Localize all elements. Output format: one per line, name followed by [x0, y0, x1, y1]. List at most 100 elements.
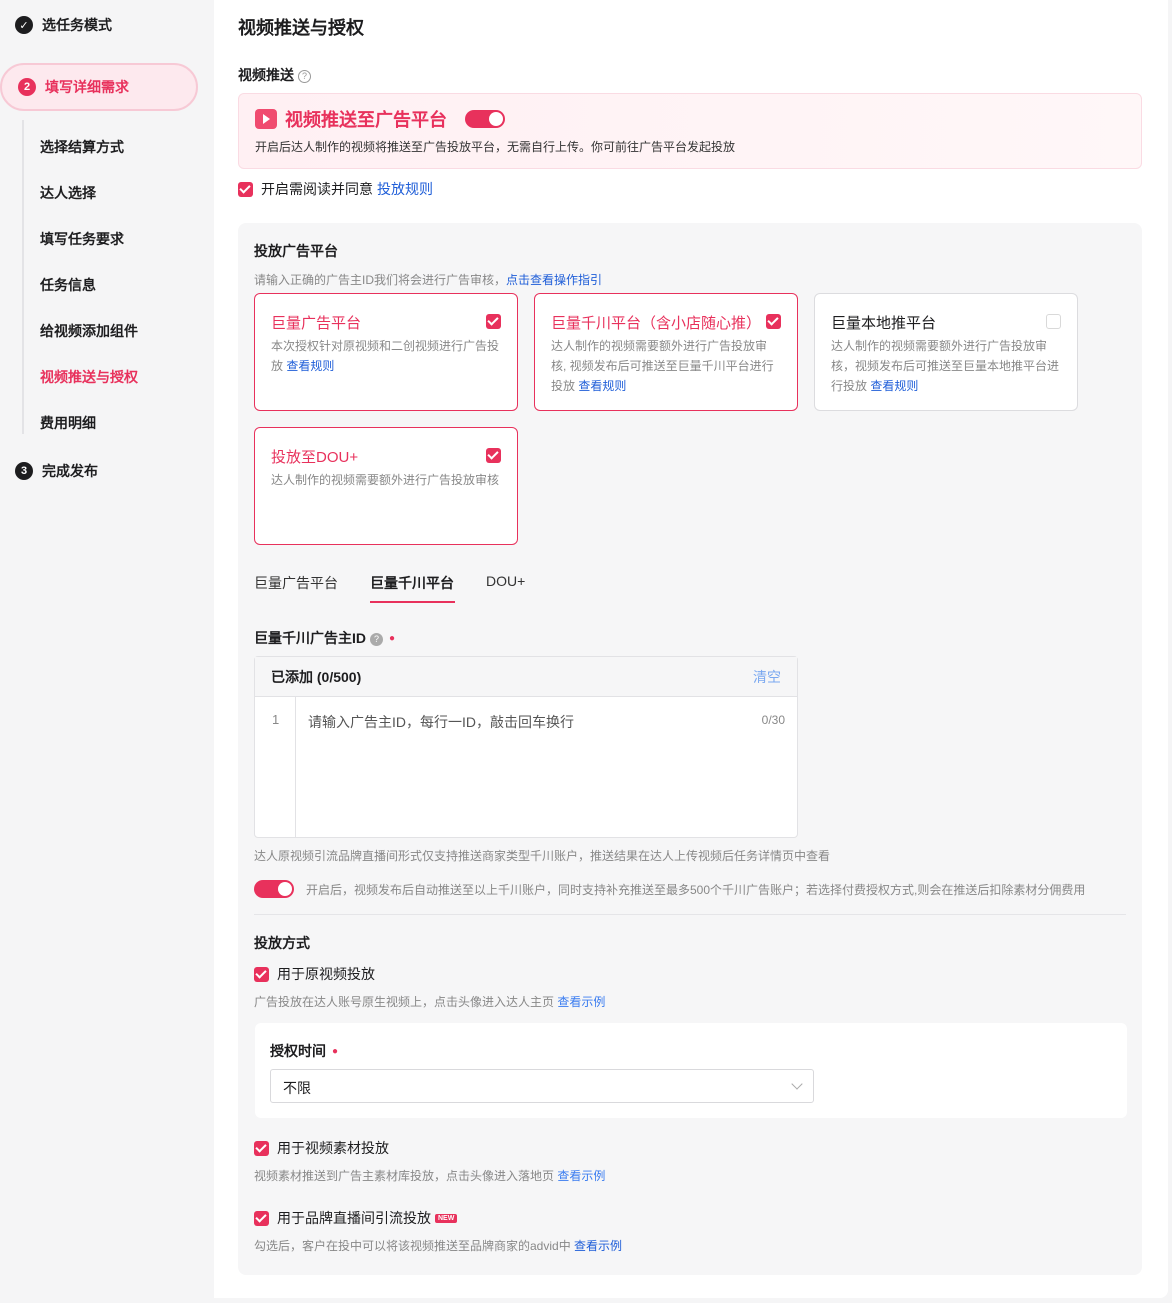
card-title: 巨量广告平台: [271, 315, 362, 332]
view-example-link[interactable]: 查看示例: [557, 995, 605, 1009]
step-select-mode[interactable]: ✓ 选任务模式: [15, 15, 112, 35]
active-tab-indicator: [370, 601, 455, 603]
required-dot: ●: [332, 1046, 339, 1057]
desc-text: 广告投放在达人账号原生视频上，点击头像进入达人主页: [254, 995, 555, 1009]
step-number: 2: [18, 78, 36, 96]
card-qianchuan[interactable]: 巨量千川平台（含小店随心推） 达人制作的视频需要额外进行广告投放审核, 视频发布…: [534, 293, 798, 411]
live-checkbox[interactable]: [254, 1210, 269, 1226]
page-title: 视频推送与授权: [238, 18, 364, 38]
guide-link[interactable]: 点击查看操作指引: [506, 273, 602, 287]
method-title: 投放方式: [254, 935, 310, 951]
view-example-link[interactable]: 查看示例: [574, 1239, 622, 1253]
view-example-link[interactable]: 查看示例: [557, 1169, 605, 1183]
card-checkbox[interactable]: [486, 448, 501, 463]
method-live-row: 用于品牌直播间引流投放 NEW: [254, 1208, 458, 1228]
video-push-icon: [255, 109, 277, 129]
card-checkbox[interactable]: [1046, 314, 1061, 329]
ad-platform-hint: 请输入正确的广告主ID我们将会进行广告审核，点击查看操作指引: [254, 271, 602, 288]
push-banner: 视频推送至广告平台 开启后达人制作的视频将推送至广告投放平台，无需自行上传。你可…: [238, 93, 1142, 169]
card-dou-plus[interactable]: 投放至DOU+ 达人制作的视频需要额外进行广告投放审核: [254, 427, 518, 545]
material-checkbox[interactable]: [254, 1140, 269, 1156]
card-juliang-ads[interactable]: 巨量广告平台 本次授权针对原视频和二创视频进行广告投放 查看规则: [254, 293, 518, 411]
original-video-checkbox[interactable]: [254, 966, 269, 982]
substep-video-push[interactable]: 视频推送与授权: [40, 367, 138, 387]
divider: [254, 914, 1126, 915]
card-local-push[interactable]: 巨量本地推平台 达人制作的视频需要额外进行广告投放审核，视频发布后可推送至巨量本…: [814, 293, 1078, 411]
desc-text: 勾选后，客户在投中可以将该视频推送至品牌商家的advid中: [254, 1239, 571, 1253]
method-material-row: 用于视频素材投放: [254, 1138, 389, 1158]
tab-dou-plus[interactable]: DOU+: [486, 573, 525, 589]
required-dot: ●: [389, 633, 396, 644]
step-number: 3: [15, 462, 33, 480]
advertiser-label-text: 巨量千川广告主ID: [254, 630, 366, 646]
live-label: 用于品牌直播间引流投放: [277, 1210, 431, 1226]
advertiser-id-input[interactable]: 请输入广告主ID，每行一ID，敲击回车换行: [308, 712, 574, 732]
banner-title: 视频推送至广告平台: [285, 110, 447, 130]
card-desc-text: 达人制作的视频需要额外进行广告投放审核，视频发布后可推送至巨量本地推平台进行投放: [831, 339, 1060, 393]
push-toggle[interactable]: [465, 110, 505, 128]
original-video-label: 用于原视频投放: [277, 966, 375, 982]
card-desc: 达人制作的视频需要额外进行广告投放审核: [271, 473, 500, 487]
id-box-header: 已添加 (0/500) 清空: [255, 657, 797, 697]
agree-text: 开启需阅读并同意: [261, 181, 373, 197]
hint-text: 请输入正确的广告主ID我们将会进行广告审核，: [254, 273, 507, 287]
step-publish[interactable]: 3 完成发布: [15, 461, 98, 481]
sidebar: ✓ 选任务模式 2 填写详细需求 选择结算方式 达人选择 填写任务要求 任务信息…: [0, 0, 214, 1303]
card-title: 投放至DOU+: [271, 449, 359, 466]
card-desc: 达人制作的视频需要额外进行广告投放审核，视频发布后可推送至巨量本地推平台进行投放…: [831, 336, 1061, 396]
material-desc: 视频素材推送到广告主素材库投放，点击头像进入落地页 查看示例: [254, 1167, 605, 1184]
main-content: 视频推送与授权 视频推送? 视频推送至广告平台 开启后达人制作的视频将推送至广告…: [214, 0, 1168, 1298]
ad-platform-title: 投放广告平台: [254, 243, 338, 259]
push-label-text: 视频推送: [238, 67, 294, 83]
agree-row: 开启需阅读并同意 投放规则: [238, 179, 433, 199]
view-rules-link[interactable]: 查看规则: [286, 359, 334, 373]
method-original-row: 用于原视频投放: [254, 964, 375, 984]
rules-link[interactable]: 投放规则: [377, 179, 433, 199]
line-number: 1: [255, 697, 296, 837]
substep-settlement[interactable]: 选择结算方式: [40, 137, 124, 157]
char-count: 0/30: [761, 713, 785, 727]
agree-checkbox[interactable]: [238, 181, 253, 197]
clear-button[interactable]: 清空: [753, 667, 781, 687]
view-rules-link[interactable]: 查看规则: [578, 379, 626, 393]
auto-push-note: 开启后，视频发布后自动推送至以上千川账户，同时支持补充推送至最多500个千川广告…: [306, 883, 1086, 897]
substep-task-info[interactable]: 任务信息: [40, 275, 96, 295]
tab-juliang-ads[interactable]: 巨量广告平台: [254, 573, 338, 593]
ad-platform-panel: 投放广告平台 请输入正确的广告主ID我们将会进行广告审核，点击查看操作指引 巨量…: [238, 223, 1142, 1275]
desc-text: 视频素材推送到广告主素材库投放，点击头像进入落地页: [254, 1169, 555, 1183]
substep-task-requirements[interactable]: 填写任务要求: [40, 229, 124, 249]
card-checkbox[interactable]: [486, 314, 501, 329]
auth-time-value: 不限: [283, 1080, 311, 1096]
advertiser-id-label: 巨量千川广告主ID? ●: [254, 628, 395, 648]
auth-time-label: 授权时间 ●: [270, 1041, 338, 1061]
card-title: 巨量本地推平台: [831, 315, 937, 332]
step-fill-details[interactable]: 2 填写详细需求: [0, 63, 198, 111]
new-badge: NEW: [435, 1213, 458, 1223]
material-label: 用于视频素材投放: [277, 1140, 389, 1156]
card-checkbox[interactable]: [766, 314, 781, 329]
chevron-down-icon: [791, 1078, 803, 1090]
banner-title-row: 视频推送至广告平台: [255, 106, 505, 132]
card-title: 巨量千川平台（含小店随心推）: [551, 315, 762, 332]
step-label: 完成发布: [42, 463, 98, 479]
auth-label-text: 授权时间: [270, 1043, 326, 1059]
step-label: 选任务模式: [42, 17, 112, 33]
substep-cost-details[interactable]: 费用明细: [40, 413, 96, 433]
help-icon[interactable]: ?: [298, 70, 311, 83]
tab-qianchuan[interactable]: 巨量千川平台: [370, 573, 454, 593]
banner-desc: 开启后达人制作的视频将推送至广告投放平台，无需自行上传。你可前往广告平台发起投放: [255, 140, 736, 154]
substep-creator-select[interactable]: 达人选择: [40, 183, 96, 203]
advertiser-id-box: 已添加 (0/500) 清空 1 请输入广告主ID，每行一ID，敲击回车换行 0…: [254, 656, 798, 838]
original-video-desc: 广告投放在达人账号原生视频上，点击头像进入达人主页 查看示例: [254, 993, 605, 1010]
added-count: 已添加 (0/500): [271, 668, 362, 685]
view-rules-link[interactable]: 查看规则: [870, 379, 918, 393]
auto-push-toggle[interactable]: [254, 880, 294, 898]
card-desc: 达人制作的视频需要额外进行广告投放审核, 视频发布后可推送至巨量千川平台进行投放…: [551, 336, 781, 396]
qianchuan-note: 达人原视频引流品牌直播间形式仅支持推送商家类型千川账户，推送结果在达人上传视频后…: [254, 849, 831, 863]
substep-line: [22, 120, 24, 434]
check-circle-icon: ✓: [15, 16, 33, 34]
help-icon[interactable]: ?: [370, 633, 383, 646]
auth-time-select[interactable]: 不限: [270, 1069, 814, 1103]
substep-add-components[interactable]: 给视频添加组件: [40, 321, 138, 341]
step-label: 填写详细需求: [45, 79, 129, 95]
